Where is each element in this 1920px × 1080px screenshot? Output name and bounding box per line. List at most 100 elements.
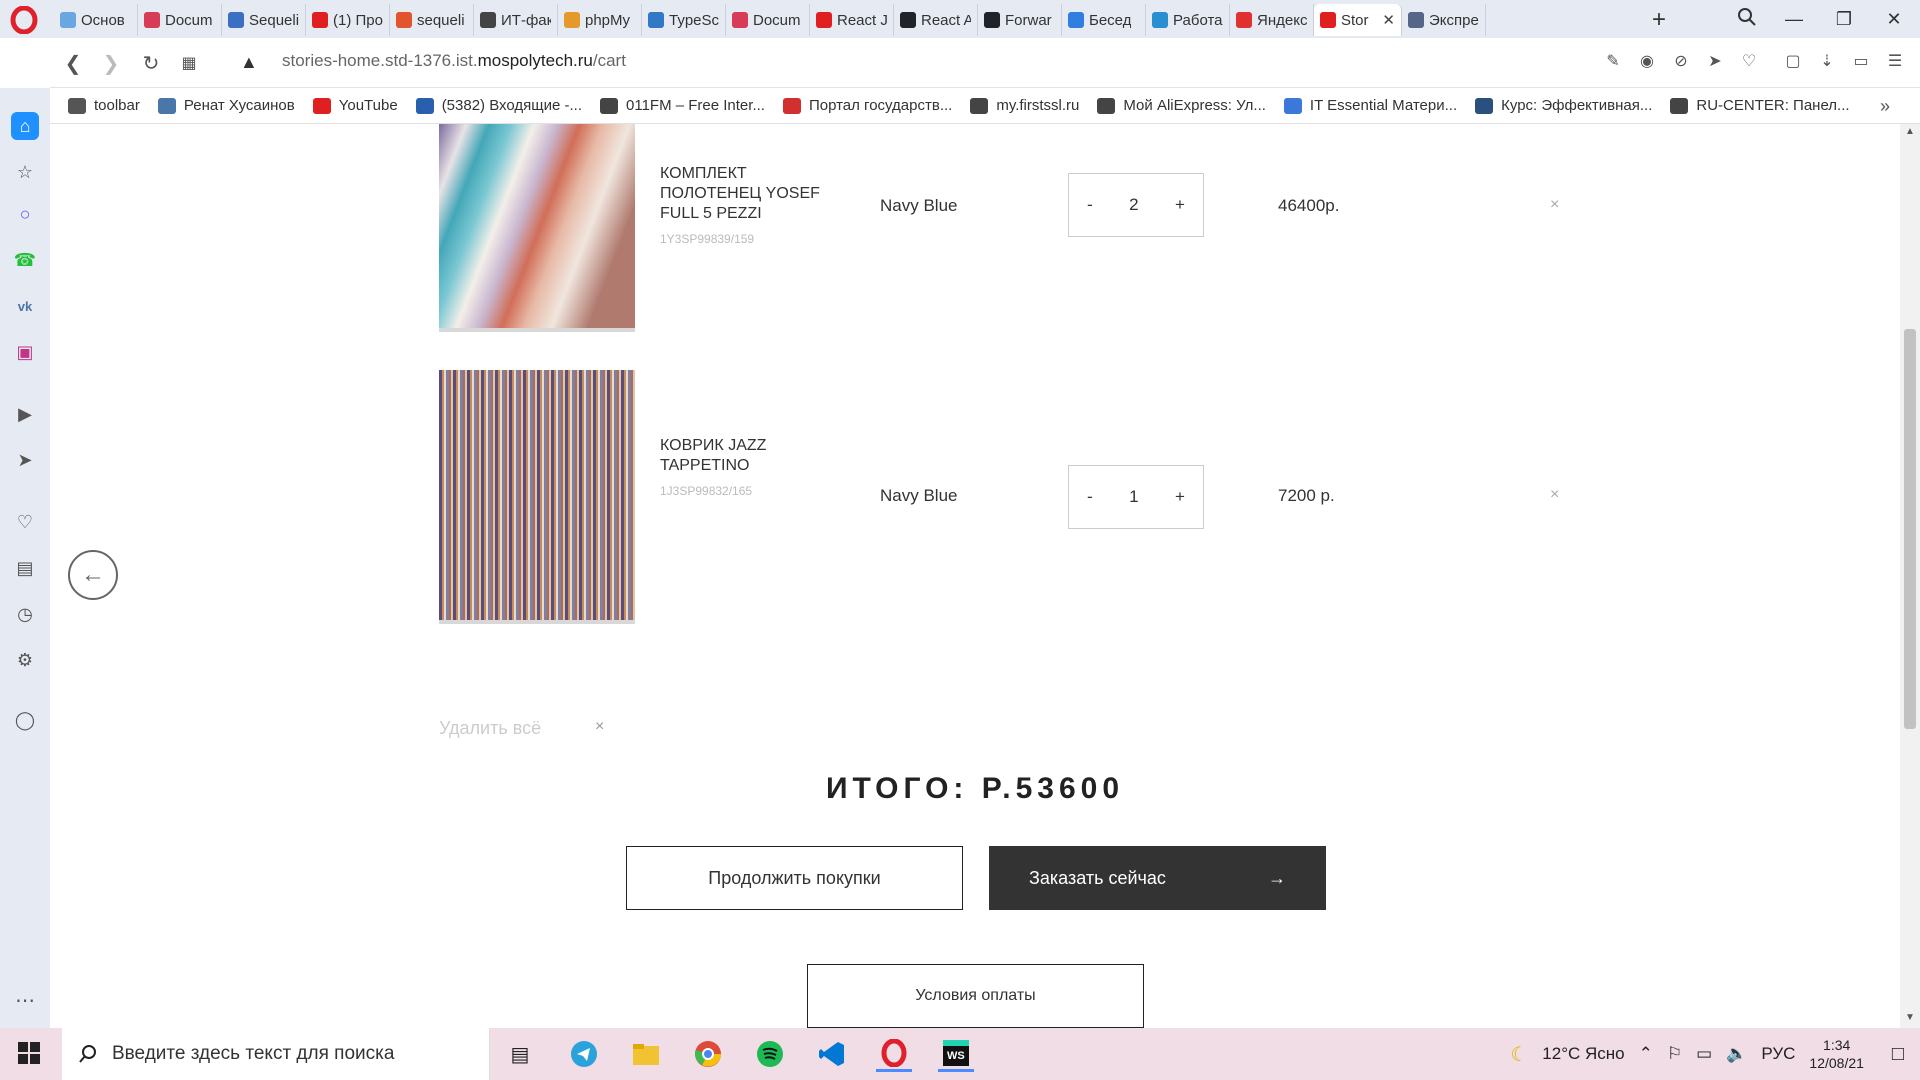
browser-tab[interactable]: Яндекс	[1230, 4, 1314, 36]
scrollbar-thumb[interactable]	[1904, 329, 1916, 729]
edit-icon[interactable]: ✎	[1602, 50, 1624, 72]
whatsapp-icon[interactable]: ☎	[11, 246, 39, 274]
security-warning-icon[interactable]: ▲	[240, 52, 258, 73]
opera-logo-icon[interactable]	[10, 6, 38, 34]
menu-icon[interactable]: ☰	[1884, 50, 1906, 72]
battery-icon[interactable]: ▭	[1850, 50, 1872, 72]
send-icon[interactable]: ➤	[11, 446, 39, 474]
browser-tab[interactable]: React J	[810, 4, 894, 36]
bookmark-item[interactable]: IT Essential Матери...	[1283, 97, 1457, 114]
heart-icon[interactable]: ♡	[1738, 50, 1760, 72]
history-icon[interactable]: ◷	[11, 600, 39, 628]
bookmarks-more-icon[interactable]: »	[1880, 96, 1902, 117]
heart-icon[interactable]: ♡	[11, 508, 39, 536]
clear-cart-link[interactable]: Удалить всё	[439, 718, 541, 739]
wifi-icon[interactable]: ⚐	[1667, 1044, 1682, 1064]
bookmark-item[interactable]: my.firstssl.ru	[970, 97, 1079, 114]
clear-cart-close-icon[interactable]: ×	[595, 718, 604, 736]
reload-button[interactable]: ↻	[138, 50, 164, 76]
close-window-button[interactable]: ✕	[1872, 4, 1916, 34]
chrome-icon[interactable]	[690, 1036, 726, 1072]
back-arrow-icon[interactable]: ←	[68, 550, 118, 600]
browser-tab[interactable]: sequeli	[390, 4, 474, 36]
bookmark-item[interactable]: Ренат Хусаинов	[157, 97, 295, 114]
qty-value[interactable]: 1	[1129, 487, 1138, 507]
product-image[interactable]	[439, 370, 635, 624]
bookmark-item[interactable]: 011FM – Free Inter...	[600, 97, 765, 114]
tab-search-icon[interactable]	[1736, 6, 1758, 28]
browser-tab[interactable]: (1) Про	[306, 4, 390, 36]
browser-tab[interactable]: Forwar	[978, 4, 1062, 36]
weather-text[interactable]: 12°C Ясно	[1542, 1044, 1624, 1064]
browser-tab[interactable]: Основ	[54, 4, 138, 36]
order-now-button[interactable]: Заказать сейчас →	[989, 846, 1326, 910]
instagram-icon[interactable]: ▣	[11, 338, 39, 366]
spotify-icon[interactable]	[752, 1036, 788, 1072]
more-icon[interactable]: ⋯	[11, 986, 39, 1014]
camera-icon[interactable]: ◉	[1636, 50, 1658, 72]
download-icon[interactable]: ⇣	[1816, 50, 1838, 72]
bookmark-item[interactable]: Портал государств...	[782, 97, 952, 114]
bookmark-item[interactable]: Курс: Эффективная...	[1475, 97, 1652, 114]
vk-icon[interactable]: vk	[11, 292, 39, 320]
bookmark-item[interactable]: Мой AliExpress: Ул...	[1097, 97, 1266, 114]
bookmark-item[interactable]: YouTube	[312, 97, 398, 114]
box-icon[interactable]: ▢	[1782, 50, 1804, 72]
qty-increment-button[interactable]: +	[1175, 487, 1185, 507]
restore-button[interactable]: ❐	[1822, 4, 1866, 34]
speed-dial-star-icon[interactable]: ☆	[11, 158, 39, 186]
player-icon[interactable]: ▶	[11, 400, 39, 428]
browser-tab[interactable]: Экспре	[1402, 4, 1486, 36]
continue-shopping-button[interactable]: Продолжить покупки	[626, 846, 963, 910]
browser-tab[interactable]: Бесед	[1062, 4, 1146, 36]
qty-decrement-button[interactable]: -	[1087, 487, 1093, 507]
scroll-up-icon[interactable]: ▲	[1905, 126, 1915, 137]
qty-decrement-button[interactable]: -	[1087, 195, 1093, 215]
volume-icon[interactable]: 🔈	[1726, 1044, 1747, 1064]
settings-icon[interactable]: ⚙	[11, 646, 39, 674]
notifications-icon[interactable]: □	[1892, 1043, 1904, 1066]
bookmark-item[interactable]: (5382) Входящие -...	[415, 97, 582, 114]
browser-tab[interactable]: phpMy	[558, 4, 642, 36]
tab-close-icon[interactable]: ✕	[1382, 11, 1395, 29]
taskbar-search-box[interactable]: Введите здесь текст для поиска	[62, 1028, 490, 1080]
browser-tab[interactable]: React A	[894, 4, 978, 36]
bookmark-item[interactable]: RU-CENTER: Панел...	[1670, 97, 1850, 114]
qty-increment-button[interactable]: +	[1175, 195, 1185, 215]
tabs-icon[interactable]: ▤	[11, 554, 39, 582]
browser-tab[interactable]: Sequeli	[222, 4, 306, 36]
telegram-icon[interactable]	[566, 1036, 602, 1072]
product-name[interactable]: КОМПЛЕКТ ПОЛОТЕНЕЦ YOSEF FULL 5 PEZZI	[660, 164, 830, 224]
remove-item-button[interactable]: ×	[1550, 486, 1559, 504]
task-view-icon[interactable]: ▤	[502, 1036, 538, 1072]
url-field[interactable]: stories-home.std-1376.ist.mospolytech.ru…	[282, 51, 626, 71]
moon-weather-icon[interactable]: ☾	[1510, 1042, 1528, 1067]
payment-terms-button[interactable]: Условия оплаты	[807, 964, 1144, 1028]
send-icon[interactable]: ➤	[1704, 50, 1726, 72]
tray-chevron-icon[interactable]: ⌃	[1639, 1044, 1653, 1064]
product-name[interactable]: КОВРИК JAZZ TAPPETINO	[660, 436, 830, 476]
browser-tab[interactable]: Stor ✕	[1314, 4, 1402, 36]
qty-value[interactable]: 2	[1129, 195, 1138, 215]
vscode-icon[interactable]	[814, 1036, 850, 1072]
bookmark-item[interactable]: toolbar	[68, 97, 140, 114]
tabs-grid-icon[interactable]: ▦	[176, 50, 202, 76]
tips-bulb-icon[interactable]: ◯	[11, 706, 39, 734]
opera-taskbar-icon[interactable]	[876, 1036, 912, 1072]
back-button[interactable]: ❮	[60, 50, 86, 76]
browser-tab[interactable]: Работа	[1146, 4, 1230, 36]
product-image[interactable]	[439, 124, 635, 332]
adblock-icon[interactable]: ⊘	[1670, 50, 1692, 72]
windows-start-icon[interactable]	[18, 1042, 40, 1064]
browser-tab[interactable]: Docum	[138, 4, 222, 36]
browser-tab[interactable]: TypeSc	[642, 4, 726, 36]
scroll-down-icon[interactable]: ▼	[1905, 1012, 1915, 1023]
webstorm-icon[interactable]: WS	[938, 1036, 974, 1072]
language-indicator[interactable]: РУС	[1761, 1044, 1795, 1064]
forward-button[interactable]: ❯	[98, 50, 124, 76]
messenger-icon[interactable]: ○	[11, 200, 39, 228]
file-explorer-icon[interactable]	[628, 1036, 664, 1072]
minimize-button[interactable]: —	[1772, 4, 1816, 34]
new-tab-button[interactable]: +	[1652, 6, 1666, 34]
battery-tray-icon[interactable]: ▭	[1696, 1044, 1712, 1064]
